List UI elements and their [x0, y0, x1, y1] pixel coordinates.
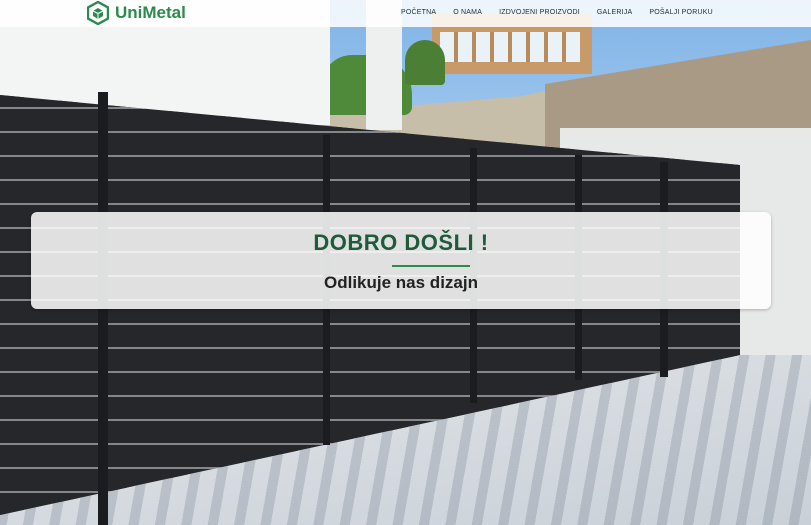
brand-name: UniMetal [115, 3, 186, 22]
top-navbar: UniMetal POČETNA O NAMA IZDVOJENI PROIZV… [0, 0, 811, 27]
brand-logo[interactable]: UniMetal [87, 1, 186, 25]
nav-item-o-nama[interactable]: O NAMA [453, 9, 482, 16]
hero-title: DOBRO DOŠLI ! [313, 230, 489, 255]
nav-item-galerija[interactable]: GALERIJA [597, 9, 632, 16]
nav-item-pocetna[interactable]: POČETNA [401, 9, 436, 16]
hexagon-cube-logo-icon [87, 1, 109, 25]
hero-welcome-card: DOBRO DOŠLI ! Odlikuje nas dizajn [31, 212, 771, 309]
main-nav: POČETNA O NAMA IZDVOJENI PROIZVODI GALER… [401, 9, 713, 16]
trees [405, 40, 445, 85]
hero-title-underline [392, 265, 470, 267]
hero-subtitle: Odlikuje nas dizajn [324, 273, 478, 292]
nav-item-izdvojeni-proizvodi[interactable]: IZDVOJENI PROIZVODI [499, 9, 580, 16]
nav-item-posalji-poruku[interactable]: POŠALJI PORUKU [649, 9, 712, 16]
